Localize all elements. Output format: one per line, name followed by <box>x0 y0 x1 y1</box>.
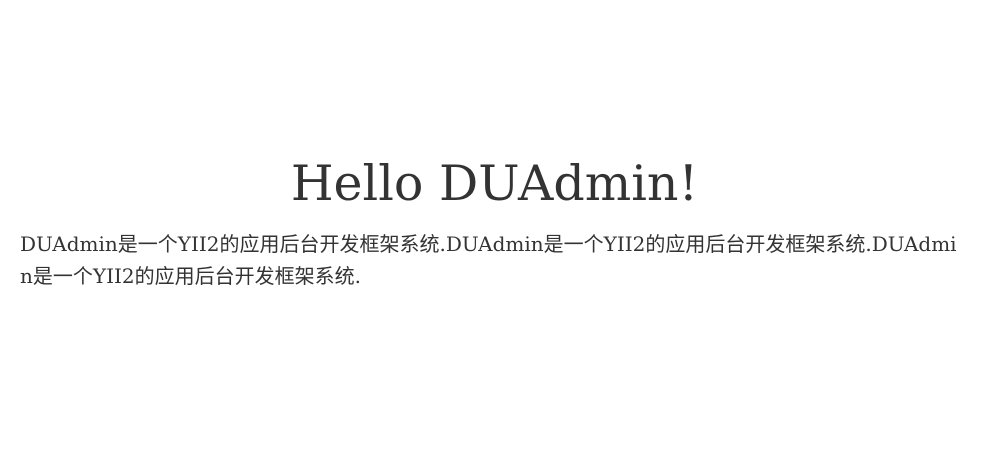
hero-section: Hello DUAdmin! DUAdmin是一个YII2的应用后台开发框架系统… <box>0 152 989 292</box>
page: Hello DUAdmin! DUAdmin是一个YII2的应用后台开发框架系统… <box>0 0 989 473</box>
hero-description: DUAdmin是一个YII2的应用后台开发框架系统.DUAdmin是一个YII2… <box>20 232 957 288</box>
hero-title: Hello DUAdmin! <box>290 155 699 212</box>
